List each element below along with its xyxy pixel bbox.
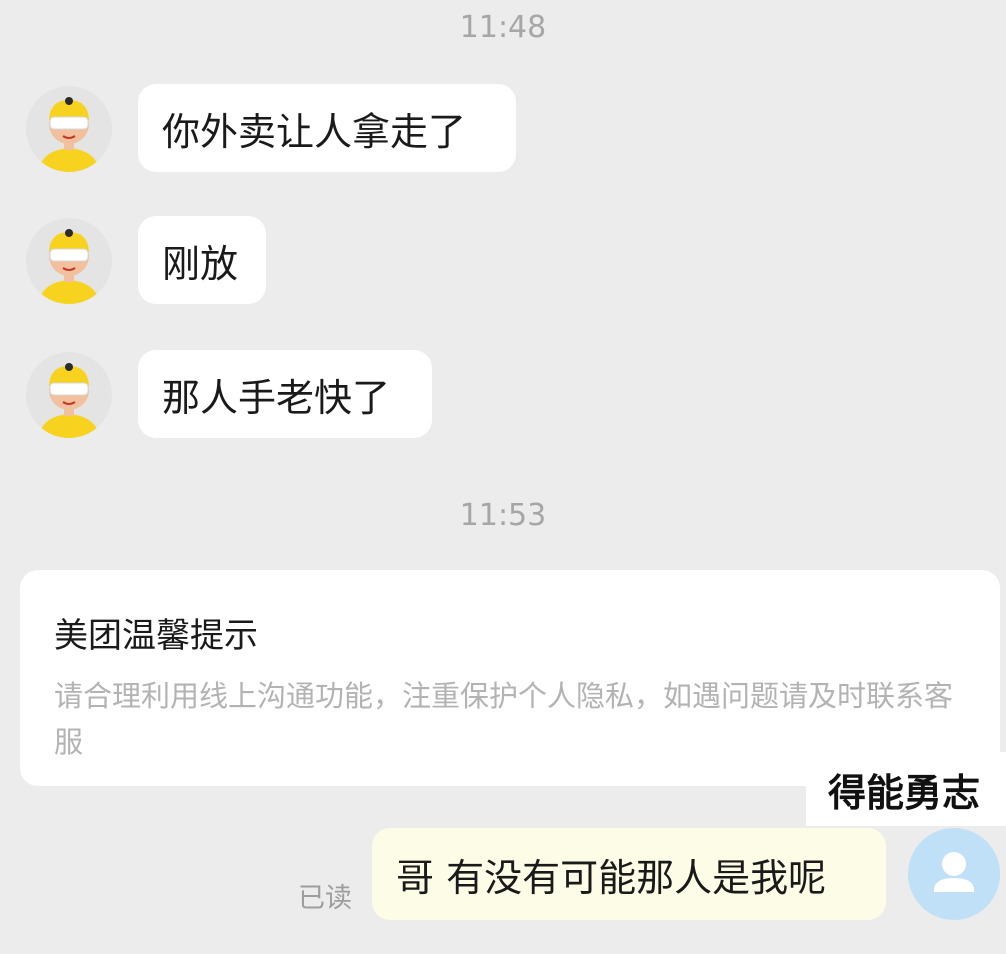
notice-title: 美团温馨提示 xyxy=(54,616,258,656)
message-text: 那人手老快了 xyxy=(162,375,391,420)
message-text: 哥 有没有可能那人是我呢 xyxy=(396,855,827,900)
incoming-message-bubble[interactable]: 你外卖让人拿走了 xyxy=(138,84,516,172)
timestamp: 11:48 xyxy=(459,10,547,45)
incoming-message-bubble[interactable]: 刚放 xyxy=(138,216,266,304)
timestamp: 11:53 xyxy=(459,498,547,533)
message-text: 刚放 xyxy=(162,241,239,286)
user-avatar-icon[interactable] xyxy=(908,828,1000,920)
courier-avatar-icon[interactable] xyxy=(26,218,112,304)
message-text: 你外卖让人拿走了 xyxy=(162,109,467,154)
courier-avatar-icon[interactable] xyxy=(26,86,112,172)
read-status: 已读 xyxy=(298,883,352,914)
incoming-message-bubble[interactable]: 那人手老快了 xyxy=(138,350,432,438)
watermark-label: 得能勇志 xyxy=(806,752,1006,826)
outgoing-message-bubble[interactable]: 哥 有没有可能那人是我呢 xyxy=(372,828,886,920)
courier-avatar-icon[interactable] xyxy=(26,352,112,438)
